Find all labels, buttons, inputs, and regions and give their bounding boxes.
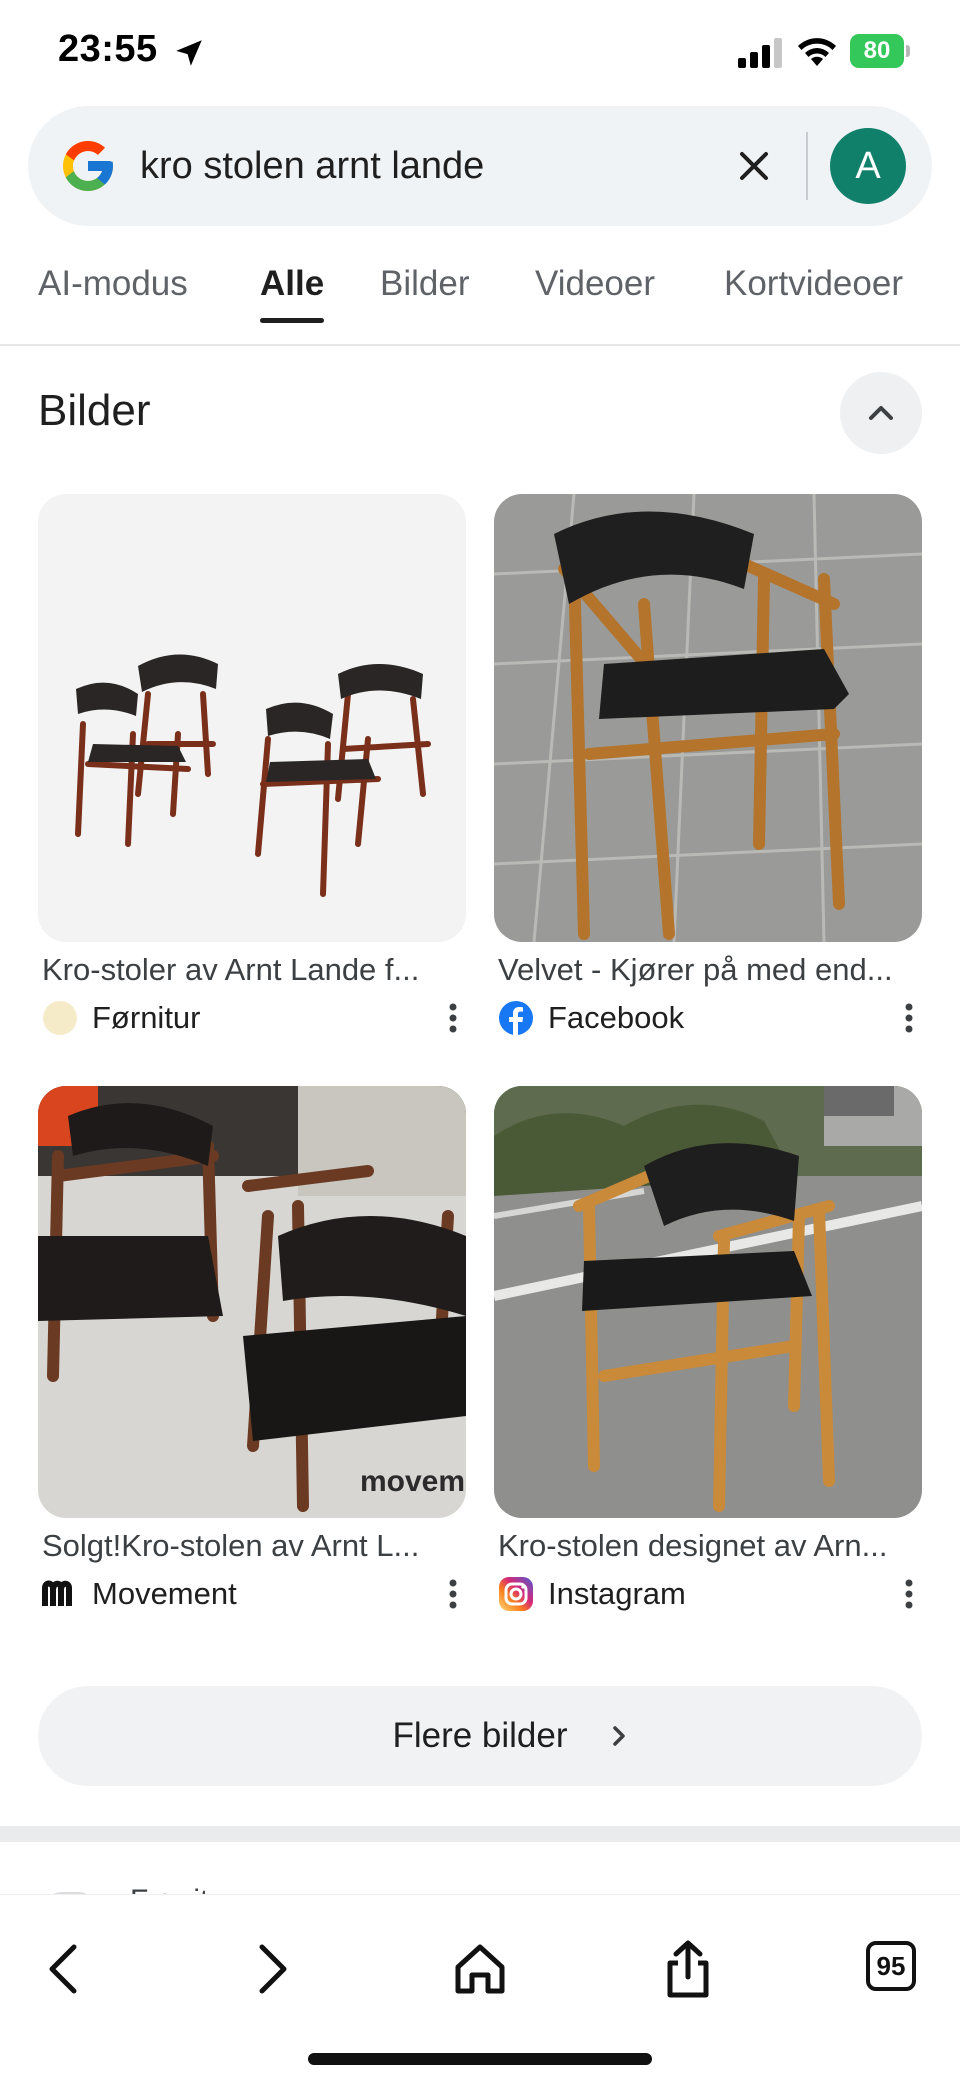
share-button[interactable] bbox=[656, 1937, 720, 2001]
image-thumbnail[interactable] bbox=[38, 494, 466, 942]
image-result-title[interactable]: Kro-stolen designet av Arn... bbox=[498, 1528, 918, 1564]
tab-kortvideoer[interactable]: Kortvideoer bbox=[724, 264, 903, 304]
status-time: 23:55 bbox=[58, 28, 158, 70]
battery-icon: 80 bbox=[850, 34, 910, 68]
image-thumbnail[interactable] bbox=[494, 1086, 922, 1518]
clear-search-icon[interactable] bbox=[734, 146, 774, 186]
image-result-title[interactable]: Velvet - Kjører på med end... bbox=[498, 952, 918, 988]
thumbnail-watermark: movem bbox=[360, 1465, 465, 1498]
account-avatar[interactable]: A bbox=[830, 128, 906, 204]
tab-bilder[interactable]: Bilder bbox=[380, 264, 469, 304]
instagram-logo-icon bbox=[499, 1577, 533, 1611]
home-button[interactable] bbox=[448, 1937, 512, 2001]
forward-icon bbox=[259, 1944, 287, 1994]
source-name: Facebook bbox=[548, 1000, 685, 1035]
back-icon bbox=[49, 1944, 77, 1994]
forward-button[interactable] bbox=[238, 1937, 302, 2001]
more-images-button[interactable]: Flere bilder bbox=[38, 1686, 922, 1786]
more-images-label: Flere bilder bbox=[392, 1716, 568, 1755]
status-bar: 23:55 80 bbox=[0, 0, 960, 100]
chevron-up-icon bbox=[869, 406, 893, 420]
image-thumbnail[interactable]: movem bbox=[38, 1086, 466, 1518]
tab-videoer[interactable]: Videoer bbox=[535, 264, 655, 304]
battery-level: 80 bbox=[850, 34, 904, 68]
section-separator bbox=[0, 1826, 960, 1842]
facebook-logo-icon bbox=[499, 1001, 533, 1035]
collapse-section-button[interactable] bbox=[840, 372, 922, 454]
search-input[interactable]: kro stolen arnt lande bbox=[140, 106, 484, 226]
chair-street-photo bbox=[494, 1086, 922, 1518]
more-options-icon[interactable] bbox=[448, 1578, 458, 1610]
image-result-title[interactable]: Solgt!Kro-stolen av Arnt L... bbox=[42, 1528, 462, 1564]
tab-alle[interactable]: Alle bbox=[260, 264, 324, 304]
search-tabs: AI-modus Alle Bilder Videoer Kortvideoer bbox=[0, 250, 960, 346]
wifi-icon bbox=[798, 38, 836, 66]
active-tab-indicator bbox=[260, 318, 324, 323]
fornitur-logo-icon bbox=[43, 1001, 77, 1035]
share-icon bbox=[667, 1940, 709, 1998]
source-name: Instagram bbox=[548, 1576, 686, 1611]
image-result-source[interactable]: Instagram bbox=[498, 1574, 922, 1614]
more-options-icon[interactable] bbox=[904, 1578, 914, 1610]
more-options-icon[interactable] bbox=[448, 1002, 458, 1034]
movement-logo-icon bbox=[42, 1580, 72, 1606]
search-bar[interactable]: kro stolen arnt lande A bbox=[28, 106, 932, 226]
location-arrow-icon bbox=[176, 40, 202, 66]
source-name: Movement bbox=[92, 1576, 237, 1611]
tab-ai-modus[interactable]: AI-modus bbox=[38, 264, 188, 304]
home-indicator bbox=[308, 2053, 652, 2065]
image-result-title[interactable]: Kro-stoler av Arnt Lande f... bbox=[42, 952, 462, 988]
chairs-interior-photo: movem bbox=[38, 1086, 466, 1518]
chair-outdoor-photo bbox=[494, 494, 922, 942]
search-divider bbox=[806, 132, 808, 200]
google-logo-icon bbox=[63, 141, 113, 191]
image-result-source[interactable]: Movement bbox=[42, 1574, 466, 1614]
chevron-right-icon bbox=[613, 1726, 625, 1746]
image-result-source[interactable]: Facebook bbox=[498, 998, 922, 1038]
browser-toolbar: 95 bbox=[0, 1894, 960, 2078]
back-button[interactable] bbox=[34, 1937, 98, 2001]
tabs-icon[interactable]: 95 bbox=[866, 1941, 916, 1991]
source-name: Førnitur bbox=[92, 1000, 201, 1035]
chairs-product-photo bbox=[38, 494, 466, 942]
home-icon bbox=[455, 1944, 505, 1994]
section-title: Bilder bbox=[38, 386, 151, 435]
image-thumbnail[interactable] bbox=[494, 494, 922, 942]
more-options-icon[interactable] bbox=[904, 1002, 914, 1034]
cellular-signal-icon bbox=[738, 38, 782, 68]
image-result-source[interactable]: Førnitur bbox=[42, 998, 466, 1038]
